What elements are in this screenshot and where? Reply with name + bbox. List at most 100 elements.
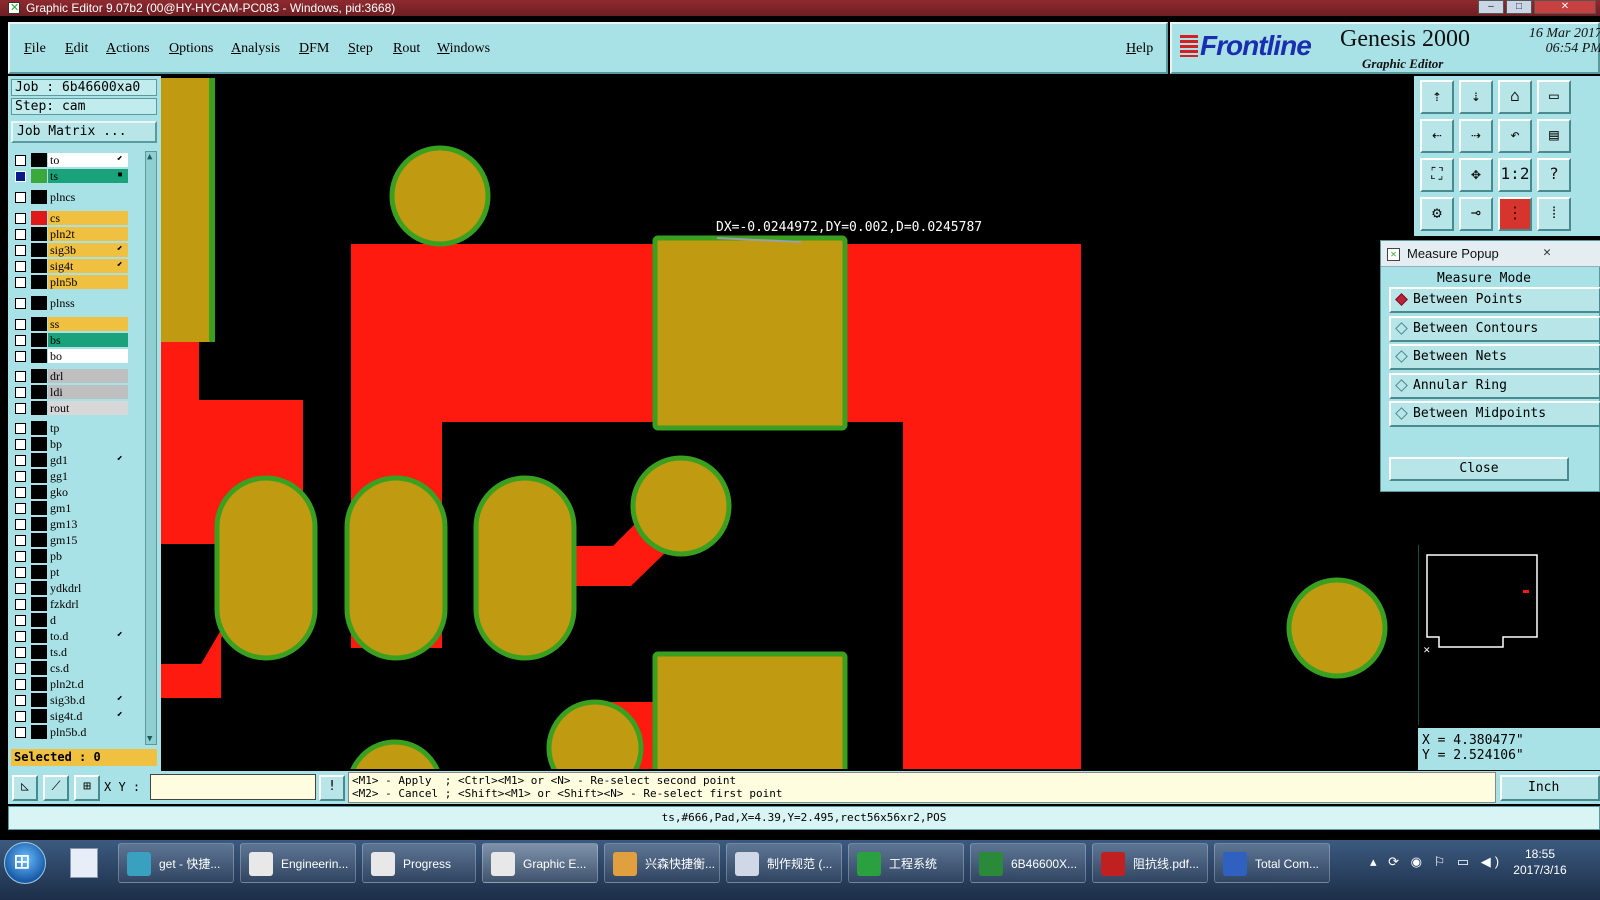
layer-color-swatch[interactable] <box>31 629 47 643</box>
layer-color-swatch[interactable] <box>31 227 47 241</box>
layer-row-pt[interactable]: pt <box>11 565 135 579</box>
layer-list-scrollbar[interactable]: ▲ ▼ <box>145 151 157 745</box>
layer-name[interactable]: gm13 <box>48 517 128 531</box>
pan-right-icon[interactable]: ⇢ <box>1459 119 1493 153</box>
menu-file[interactable]: File <box>24 41 46 57</box>
layer-checkbox[interactable] <box>15 727 26 738</box>
taskbar-item[interactable]: Graphic E... <box>482 843 598 883</box>
xy-input[interactable] <box>150 774 316 800</box>
radio-diamond-icon[interactable] <box>1395 378 1408 392</box>
taskbar-item[interactable]: 制作规范 (... <box>726 843 842 883</box>
layer-checkbox[interactable] <box>15 439 26 450</box>
layer-checkbox[interactable] <box>15 631 26 642</box>
layer-checkbox[interactable] <box>15 567 26 578</box>
menu-windows[interactable]: Windows <box>437 41 490 57</box>
layer-row-ydkdrl[interactable]: ydkdrl <box>11 581 135 595</box>
measure-mode-between-contours[interactable]: Between Contours <box>1389 315 1600 342</box>
taskbar-item[interactable]: 阻抗线.pdf... <box>1092 843 1208 883</box>
menu-edit[interactable]: Edit <box>65 41 88 57</box>
layer-color-swatch[interactable] <box>31 190 47 204</box>
layer-color-swatch[interactable] <box>31 243 47 257</box>
layer-row-sig3b-d[interactable]: sig3b.d ⬋ <box>11 693 135 707</box>
layer-name[interactable]: pb <box>48 549 128 563</box>
layer-checkbox[interactable] <box>15 551 26 562</box>
menu-rout[interactable]: Rout <box>393 41 420 57</box>
layer-name[interactable]: sig3b.d <box>48 693 128 707</box>
layer-checkbox[interactable] <box>15 471 26 482</box>
measure-mode-between-points[interactable]: Between Points <box>1389 287 1600 313</box>
layer-checkbox[interactable] <box>15 695 26 706</box>
layer-color-swatch[interactable] <box>31 709 47 723</box>
layer-checkbox[interactable] <box>15 487 26 498</box>
layer-row-ts[interactable]: ts ▪ <box>11 169 135 183</box>
taskbar-item[interactable]: Progress <box>362 843 476 883</box>
layer-color-swatch[interactable] <box>31 211 47 225</box>
layer-row-gg1[interactable]: gg1 <box>11 469 135 483</box>
start-button[interactable] <box>4 842 46 884</box>
layer-name[interactable]: ts.d <box>48 645 128 659</box>
layer-name[interactable]: gko <box>48 485 128 499</box>
layer-row-gm1[interactable]: gm1 <box>11 501 135 515</box>
measure-mode-annular-ring[interactable]: Annular Ring <box>1389 372 1600 399</box>
radio-diamond-icon[interactable] <box>1395 407 1408 420</box>
layer-row-bp[interactable]: bp <box>11 437 135 451</box>
alert-icon[interactable]: ! <box>319 775 345 801</box>
layer-name[interactable]: cs <box>48 211 128 225</box>
layer-color-swatch[interactable] <box>31 333 47 347</box>
scroll-down-icon[interactable]: ▼ <box>147 734 155 744</box>
layer-color-swatch[interactable] <box>31 437 47 451</box>
layer-checkbox[interactable] <box>15 155 26 166</box>
radio-diamond-icon[interactable] <box>1395 293 1408 306</box>
layer-row-pln2t[interactable]: pln2t <box>11 227 135 241</box>
layer-row-ldi[interactable]: ldi <box>11 385 135 399</box>
taskbar-item[interactable]: Total Com... <box>1214 843 1330 883</box>
layer-row-gm15[interactable]: gm15 <box>11 533 135 547</box>
layer-color-swatch[interactable] <box>31 275 47 289</box>
layer-name[interactable]: gg1 <box>48 469 128 483</box>
layer-color-swatch[interactable] <box>31 613 47 627</box>
layer-checkbox[interactable] <box>15 423 26 434</box>
layer-name[interactable]: pln2t.d <box>48 677 128 691</box>
layer-row-pln2t-d[interactable]: pln2t.d <box>11 677 135 691</box>
layer-color-swatch[interactable] <box>31 259 47 273</box>
window-title-bar[interactable]: Graphic Editor 9.07b2 (00@HY-HYCAM-PC083… <box>0 0 1600 16</box>
layer-row-fzkdrl[interactable]: fzkdrl <box>11 597 135 611</box>
layer-checkbox[interactable] <box>15 647 26 658</box>
layer-checkbox[interactable] <box>15 583 26 594</box>
layer-checkbox[interactable] <box>15 387 26 398</box>
menu-options[interactable]: Options <box>169 41 213 57</box>
menu-help[interactable]: Help <box>1126 41 1153 57</box>
layer-color-swatch[interactable] <box>31 296 47 310</box>
layer-row-ss[interactable]: ss <box>11 317 135 331</box>
layer-color-swatch[interactable] <box>31 485 47 499</box>
radio-diamond-icon[interactable] <box>1395 350 1408 363</box>
layer-color-swatch[interactable] <box>31 369 47 383</box>
layer-color-swatch[interactable] <box>31 317 47 331</box>
layer-name[interactable]: gm1 <box>48 501 128 515</box>
snap-icon[interactable]: ⚙ <box>1420 197 1454 231</box>
layer-row-pb[interactable]: pb <box>11 549 135 563</box>
close-button[interactable]: Close <box>1389 457 1569 481</box>
layer-name[interactable]: pt <box>48 565 128 579</box>
layer-row-pln5b-d[interactable]: pln5b.d <box>11 725 135 739</box>
layer-name[interactable]: ss <box>48 317 128 331</box>
layer-name[interactable]: sig4t.d <box>48 709 128 723</box>
center-icon[interactable]: ✥ <box>1459 158 1493 192</box>
job-matrix-button[interactable]: Job Matrix ... <box>11 121 157 143</box>
minimap[interactable]: ✕ <box>1418 545 1600 725</box>
layer-row-plncs[interactable]: plncs <box>11 190 135 204</box>
layer-row-to-d[interactable]: to.d ⬋ <box>11 629 135 643</box>
layer-row-bs[interactable]: bs <box>11 333 135 347</box>
layer-row-rout[interactable]: rout <box>11 401 135 415</box>
snap-center-icon[interactable]: ⊞ <box>74 775 100 801</box>
layer-color-swatch[interactable] <box>31 153 47 167</box>
layer-checkbox[interactable] <box>15 298 26 309</box>
layer-color-swatch[interactable] <box>31 453 47 467</box>
layer-row-gko[interactable]: gko <box>11 485 135 499</box>
layer-name[interactable]: bs <box>48 333 128 347</box>
layer-color-swatch[interactable] <box>31 421 47 435</box>
layer-name[interactable]: ts <box>48 169 128 183</box>
radio-diamond-icon[interactable] <box>1395 321 1408 335</box>
net-icon[interactable]: ⋮ <box>1498 197 1532 231</box>
measure-icon[interactable]: ⊸ <box>1459 197 1493 231</box>
